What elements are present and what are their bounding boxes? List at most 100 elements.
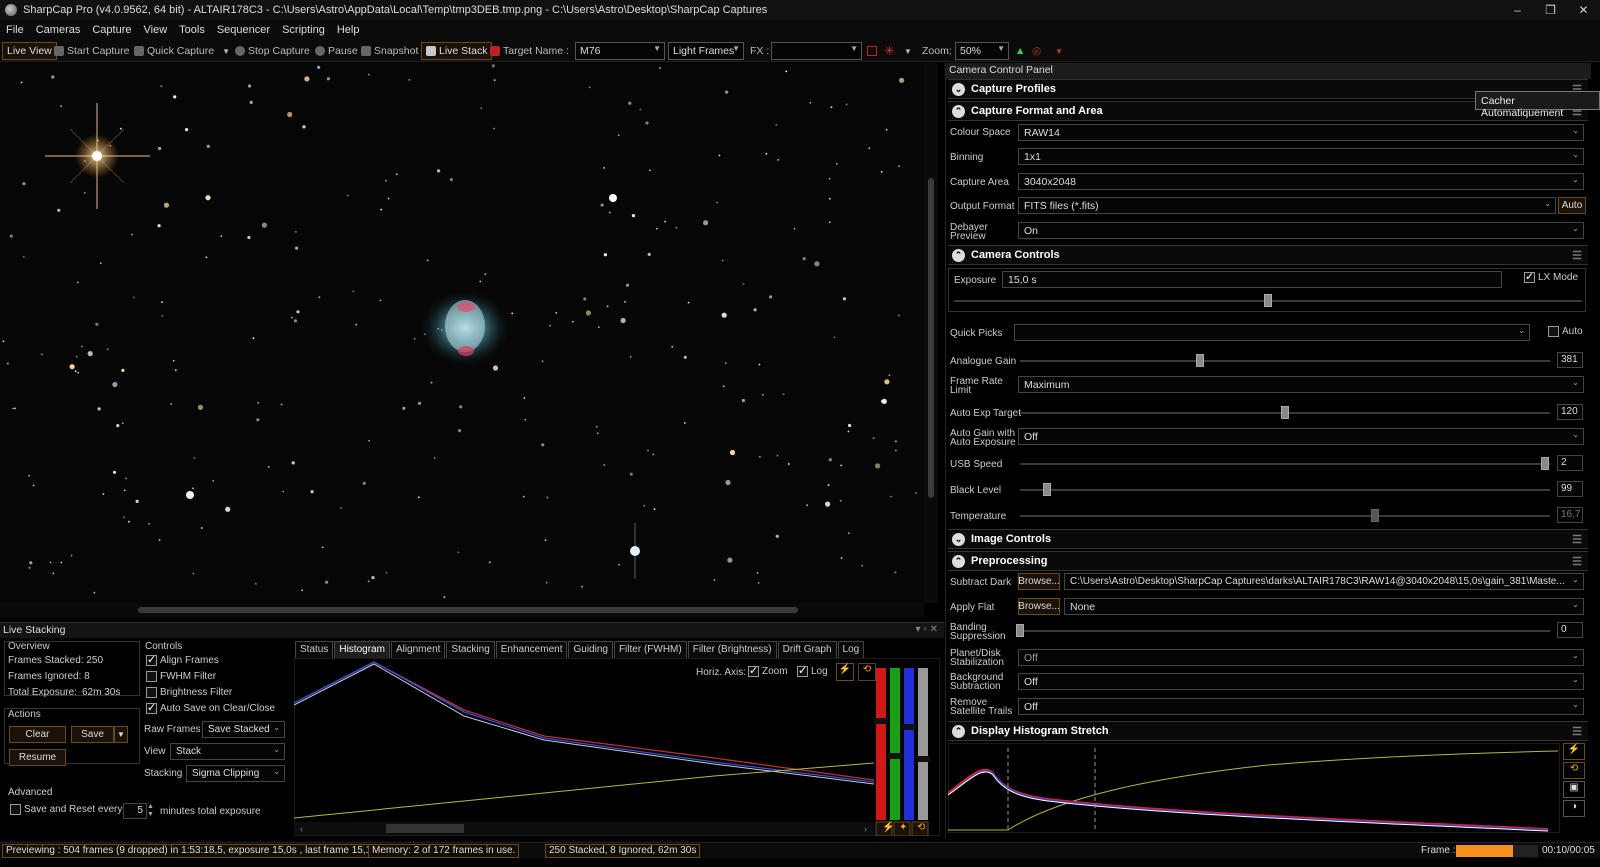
image-horizontal-scrollbar[interactable]	[0, 603, 924, 617]
fx-combo[interactable]: ▼	[771, 42, 862, 60]
lightning-icon[interactable]: ⚡	[836, 663, 854, 681]
analogue-gain-value[interactable]: 381	[1557, 352, 1583, 368]
live-stack-button[interactable]: Live Stack	[421, 42, 493, 60]
stop-capture-button[interactable]: Stop Capture	[235, 42, 310, 60]
slider-knob[interactable]	[1016, 624, 1024, 637]
slider-knob[interactable]	[1264, 294, 1272, 307]
menu-lines-icon[interactable]: ☰	[1572, 555, 1582, 568]
raw-frames-select[interactable]: Save Stacked ⌄	[202, 721, 285, 738]
subtract-dark-select[interactable]: C:\Users\Astro\Desktop\SharpCap Captures…	[1064, 573, 1584, 590]
stack-histogram-graph[interactable]: ‹ ›	[294, 658, 940, 836]
stacking-select[interactable]: Sigma Clipping ⌄	[186, 765, 285, 782]
overlay-dropdown[interactable]: ▼	[904, 42, 912, 60]
tab-status[interactable]: Status	[295, 641, 334, 658]
lx-mode-checkbox[interactable]: LX Mode	[1524, 270, 1578, 283]
tab-filter-brightness[interactable]: Filter (Brightness)	[687, 641, 777, 658]
background-select[interactable]: Off ⌄	[1018, 673, 1584, 690]
auto-gain-select[interactable]: Off ⌄	[1018, 428, 1584, 445]
save-button[interactable]: Save	[71, 726, 114, 743]
usb-speed-slider[interactable]	[1020, 457, 1550, 471]
display-histogram-graph[interactable]	[948, 743, 1560, 833]
section-image-controls[interactable]: ⌄ Image Controls ☰	[948, 529, 1588, 549]
options-dropdown[interactable]: ▼	[1055, 42, 1063, 60]
save-reset-checkbox[interactable]: Save and Reset every	[10, 804, 122, 815]
slider-knob[interactable]	[1042, 483, 1051, 496]
menu-capture[interactable]: Capture	[86, 24, 137, 36]
reset-icon[interactable]: ⟲	[917, 822, 925, 833]
menu-tools[interactable]: Tools	[173, 24, 211, 36]
histogram-button[interactable]: ▲	[1015, 42, 1025, 60]
save-icon[interactable]: ▣	[1563, 781, 1585, 798]
scroll-thumb[interactable]	[928, 178, 934, 498]
apply-flat-browse-button[interactable]: Browse...	[1018, 598, 1060, 615]
view-select[interactable]: Stack ⌄	[170, 743, 285, 760]
snapshot-button[interactable]: Snapshot	[361, 42, 418, 60]
black-level-value[interactable]: 99	[1557, 481, 1583, 497]
panel-window-controls[interactable]: ▾ ▫ ✕	[916, 624, 939, 635]
tab-histogram[interactable]: Histogram	[334, 641, 390, 658]
slider-knob[interactable]	[1281, 406, 1289, 419]
fwhm-filter-checkbox[interactable]: FWHM Filter	[146, 671, 216, 682]
black-level-slider[interactable]	[1020, 483, 1550, 497]
tab-guiding[interactable]: Guiding	[568, 641, 613, 658]
frame-rate-select[interactable]: Maximum ⌄	[1018, 376, 1584, 393]
quick-capture-button[interactable]: Quick Capture ▼	[134, 42, 230, 60]
banding-value[interactable]: 0	[1557, 622, 1583, 638]
star-icon[interactable]: ✦	[899, 822, 907, 833]
subtract-dark-browse-button[interactable]: Browse...	[1018, 573, 1060, 590]
tab-drift-graph[interactable]: Drift Graph	[777, 641, 837, 658]
exposure-slider[interactable]	[954, 294, 1582, 308]
auto-exp-slider[interactable]	[1020, 406, 1550, 420]
planet-select[interactable]: Off ⌄	[1018, 649, 1584, 666]
section-display-histogram[interactable]: ⌃ Display Histogram Stretch ☰	[948, 721, 1588, 741]
zoom-combo[interactable]: 50% ▼	[955, 42, 1009, 60]
capture-area-select[interactable]: 3040x2048 ⌄	[1018, 173, 1584, 190]
colour-space-select[interactable]: RAW14 ⌄	[1018, 124, 1584, 141]
satellite-select[interactable]: Off ⌄	[1018, 698, 1584, 715]
scroll-thumb[interactable]	[138, 607, 798, 613]
reset-icon[interactable]: ⟲	[1563, 762, 1585, 779]
quick-picks-select[interactable]: ⌄	[1014, 324, 1530, 341]
auto-format-button[interactable]: Auto	[1558, 197, 1586, 214]
section-preprocessing[interactable]: ⌃ Preprocessing ☰	[948, 551, 1588, 571]
debayer-select[interactable]: On ⌄	[1018, 222, 1584, 239]
minimize-button[interactable]: –	[1501, 0, 1534, 20]
contrast-icon[interactable]: ◑	[1563, 800, 1585, 817]
menu-scripting[interactable]: Scripting	[276, 24, 331, 36]
apply-flat-select[interactable]: None ⌄	[1064, 598, 1584, 615]
save-reset-input[interactable]: 5	[123, 803, 147, 819]
clear-button[interactable]: Clear	[9, 726, 66, 743]
scroll-left-icon[interactable]: ‹	[300, 824, 303, 834]
auto-exp-value[interactable]: 120	[1557, 404, 1583, 420]
menu-lines-icon[interactable]: ☰	[1572, 249, 1582, 262]
frame-type-combo[interactable]: Light Frames ▼	[668, 42, 744, 60]
menu-file[interactable]: File	[0, 24, 30, 36]
section-camera-controls[interactable]: ⌃ Camera Controls ☰	[948, 245, 1588, 265]
save-dropdown[interactable]: ▼	[114, 726, 128, 743]
target-name-combo[interactable]: M76 ▼	[575, 42, 665, 60]
banding-slider[interactable]	[1016, 624, 1550, 638]
auto-save-checkbox[interactable]: Auto Save on Clear/Close	[146, 701, 275, 714]
live-view-button[interactable]: Live View	[2, 42, 57, 60]
lightning-icon[interactable]: ⚡	[1563, 743, 1585, 760]
close-button[interactable]: ✕	[1567, 0, 1600, 20]
zoom-checkbox[interactable]: Zoom	[748, 664, 788, 677]
target-circle-button[interactable]: ◎	[1032, 42, 1041, 60]
menu-view[interactable]: View	[138, 24, 174, 36]
image-vertical-scrollbar[interactable]	[924, 63, 938, 603]
image-viewer[interactable]	[0, 63, 924, 603]
quick-picks-auto-checkbox[interactable]: Auto	[1548, 326, 1583, 337]
tab-enhancement[interactable]: Enhancement	[495, 641, 568, 658]
scroll-right-icon[interactable]: ›	[864, 824, 867, 834]
tab-filter-fwhm[interactable]: Filter (FWHM)	[613, 641, 687, 658]
reticle-button[interactable]	[867, 42, 877, 60]
menu-sequencer[interactable]: Sequencer	[211, 24, 276, 36]
tab-alignment[interactable]: Alignment	[390, 641, 446, 658]
brightness-filter-checkbox[interactable]: Brightness Filter	[146, 687, 232, 698]
binning-select[interactable]: 1x1 ⌄	[1018, 148, 1584, 165]
tab-log[interactable]: Log	[837, 641, 865, 658]
lightning-icon[interactable]: ⚡	[882, 822, 894, 833]
menu-lines-icon[interactable]: ☰	[1572, 533, 1582, 546]
menu-cameras[interactable]: Cameras	[30, 24, 87, 36]
start-capture-button[interactable]: Start Capture	[54, 42, 129, 60]
